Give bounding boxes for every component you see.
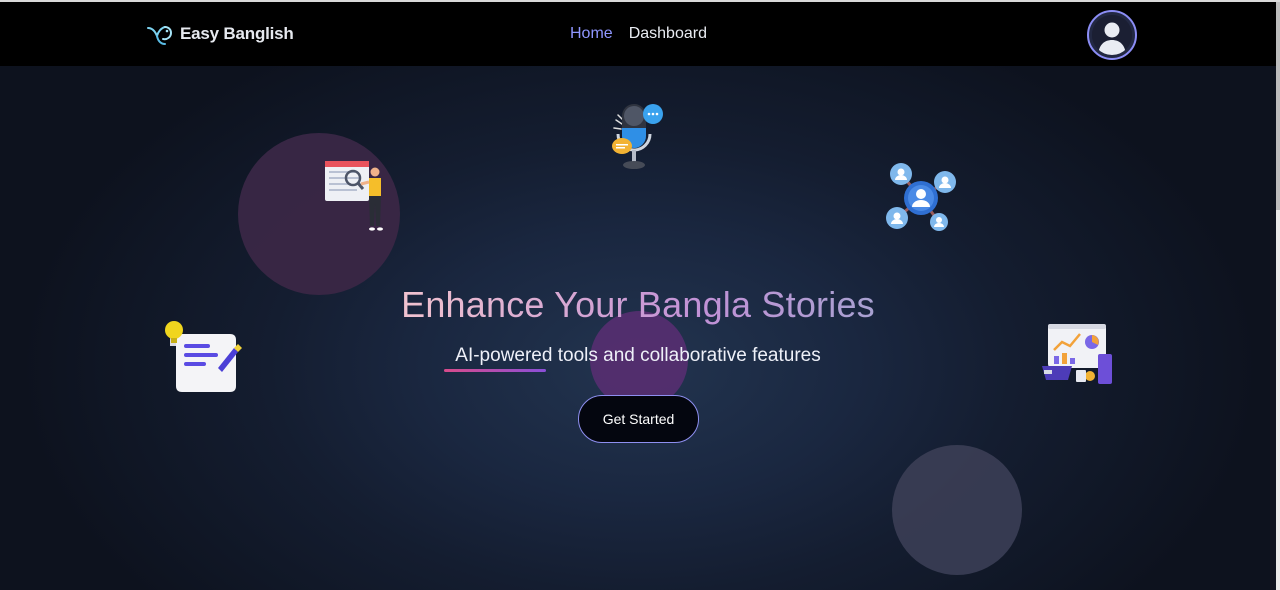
scrollbar-thumb[interactable] bbox=[1276, 2, 1280, 210]
person-magnifier-presentation-icon bbox=[325, 161, 383, 231]
page-scrollbar[interactable] bbox=[1276, 2, 1280, 590]
hero-subtitle: AI-powered tools and collaborative featu… bbox=[455, 345, 821, 366]
microphone-chat-icon bbox=[612, 104, 663, 169]
top-navbar: Easy Banglish Home Dashboard bbox=[0, 2, 1276, 66]
user-avatar[interactable] bbox=[1087, 10, 1137, 60]
brand-name: Easy Banglish bbox=[180, 24, 294, 43]
decorative-circle bbox=[892, 445, 1022, 575]
bird-logo-icon bbox=[147, 26, 173, 45]
nav-dashboard-link[interactable]: Dashboard bbox=[629, 25, 707, 43]
network-users-icon bbox=[886, 163, 956, 231]
hero-section: Enhance Your Bangla Stories AI-powered t… bbox=[0, 66, 1276, 590]
get-started-button[interactable]: Get Started bbox=[578, 395, 699, 443]
nav-links: Home Dashboard bbox=[570, 25, 707, 43]
hero-title: Enhance Your Bangla Stories bbox=[0, 284, 1276, 326]
brand[interactable]: Easy Banglish bbox=[146, 20, 294, 48]
subtitle-accent-underline bbox=[444, 369, 546, 372]
nav-home-link[interactable]: Home bbox=[570, 25, 613, 43]
user-avatar-icon bbox=[1092, 15, 1132, 55]
